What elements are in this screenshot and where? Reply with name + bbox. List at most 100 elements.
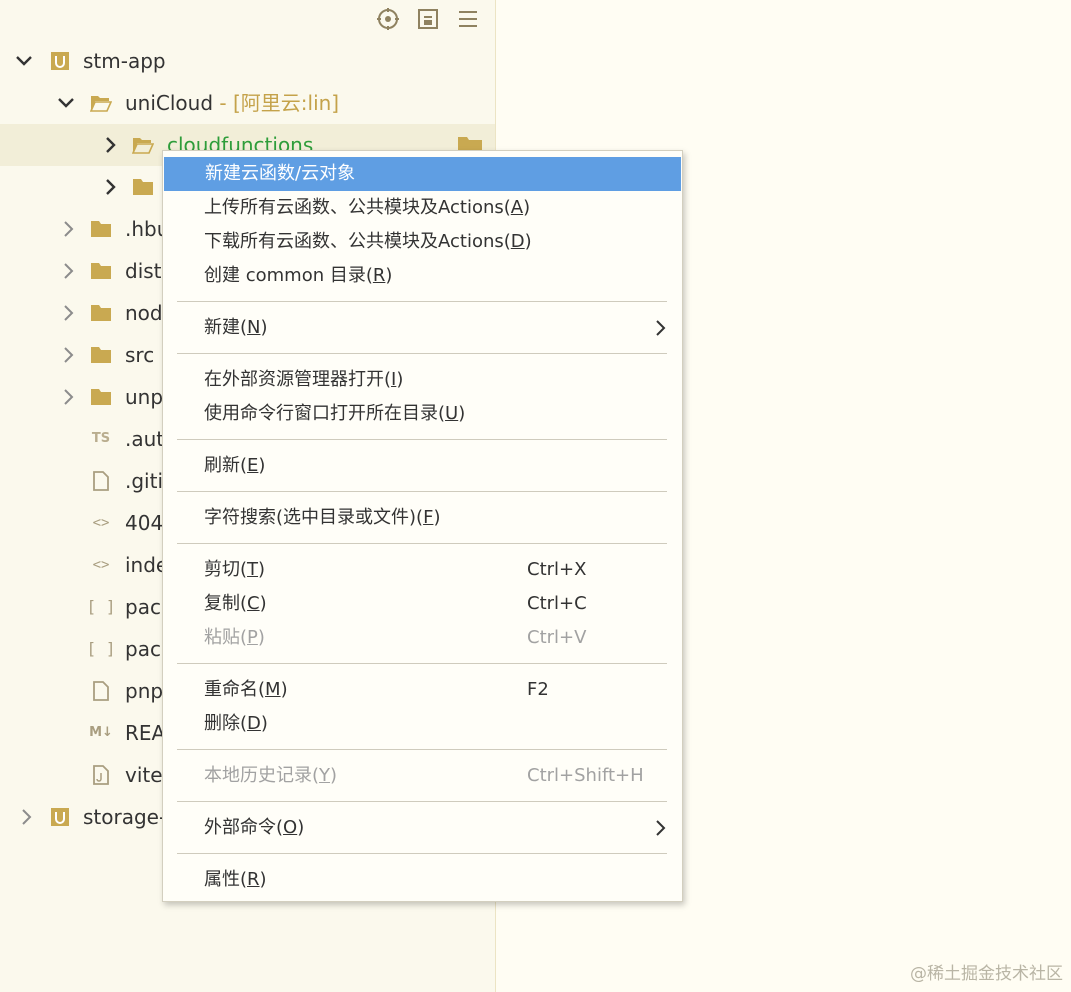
menu-item-label: 粘贴( (204, 627, 248, 648)
menu-item-label: 外部命令( (204, 817, 284, 838)
menu-item-shortcut: F2 (527, 679, 549, 700)
chevron-right-icon[interactable] (100, 124, 122, 166)
menu-item-new-cloud-function[interactable]: 新建云函数/云对象 (164, 157, 681, 191)
locate-icon[interactable] (375, 6, 401, 32)
menu-separator (177, 491, 667, 492)
menu-item-accel-key: P (247, 627, 258, 648)
tree-item-label: vite (125, 763, 163, 787)
menu-item-label-end: ) (330, 765, 338, 786)
menu-item-local-history: 本地历史记录(Y) Ctrl+Shift+H (163, 759, 682, 793)
chevron-right-icon[interactable] (58, 292, 80, 334)
menu-item-label: 删除( (204, 713, 248, 734)
menu-item-rename[interactable]: 重命名(M) F2 (163, 673, 682, 707)
chevron-right-icon[interactable] (58, 376, 80, 418)
menu-item-label: 刷新( (204, 455, 248, 476)
chevron-right-icon[interactable] (58, 250, 80, 292)
menu-item-create-common[interactable]: 创建 common 目录(R) (163, 259, 682, 293)
folder-icon (131, 166, 155, 208)
menu-item-label-end: ) (259, 593, 267, 614)
menu-item-open-in-explorer[interactable]: 在外部资源管理器打开(I) (163, 363, 682, 397)
menu-item-label: 上传所有云函数、公共模块及Actions( (204, 197, 511, 218)
app-window: stm-app uniCloud - [阿里云:lin] cloudfuncti… (0, 0, 1071, 992)
menu-item-label-end: ) (523, 197, 531, 218)
menu-item-properties[interactable]: 属性(R) (163, 863, 682, 897)
menu-item-cut[interactable]: 剪切(T) Ctrl+X (163, 553, 682, 587)
folder-icon (89, 292, 113, 334)
menu-separator (177, 853, 667, 854)
menu-item-refresh[interactable]: 刷新(E) (163, 449, 682, 483)
chevron-right-icon[interactable] (58, 208, 80, 250)
tree-item-label: pnp (125, 679, 164, 703)
js-file-icon (89, 754, 113, 796)
project-icon (48, 40, 72, 82)
menu-separator (177, 353, 667, 354)
menu-item-label-end: ) (433, 507, 441, 528)
menu-item-accel-key: N (247, 317, 261, 338)
menu-item-label-end: ) (458, 403, 466, 424)
folder-open-icon (89, 82, 113, 124)
menu-item-accel-key: M (265, 679, 281, 700)
tree-item-label: stm-app (83, 49, 166, 73)
tree-item-unicloud[interactable]: uniCloud - [阿里云:lin] (0, 82, 495, 124)
submenu-arrow-icon (655, 811, 667, 845)
menu-item-open-in-terminal[interactable]: 使用命令行窗口打开所在目录(U) (163, 397, 682, 431)
menu-icon[interactable] (455, 6, 481, 32)
menu-item-paste: 粘贴(P) Ctrl+V (163, 621, 682, 655)
tree-item-label: pac (125, 637, 161, 661)
menu-item-accel-key: U (445, 403, 459, 424)
menu-item-download-all[interactable]: 下载所有云函数、公共模块及Actions(D) (163, 225, 682, 259)
menu-item-copy[interactable]: 复制(C) Ctrl+C (163, 587, 682, 621)
tree-item-stm-app[interactable]: stm-app (0, 40, 495, 82)
tree-item-label: .aut (125, 427, 165, 451)
menu-item-label-end: ) (524, 231, 532, 252)
menu-item-label: 字符搜索(选中目录或文件)( (204, 507, 424, 528)
chevron-right-icon[interactable] (100, 166, 122, 208)
menu-item-shortcut: Ctrl+X (527, 559, 587, 580)
typescript-file-icon: TS (91, 431, 111, 446)
menu-item-external-commands[interactable]: 外部命令(O) (163, 811, 682, 845)
submenu-arrow-icon (655, 311, 667, 345)
chevron-right-icon[interactable] (16, 796, 38, 838)
menu-item-label: 剪切( (204, 559, 248, 580)
collapse-all-icon[interactable] (415, 6, 441, 32)
menu-item-label: 属性( (204, 869, 248, 890)
menu-separator (177, 749, 667, 750)
menu-item-accel-key: D (510, 231, 525, 252)
folder-icon (89, 250, 113, 292)
menu-item-label-end: ) (297, 817, 305, 838)
chevron-right-icon[interactable] (58, 334, 80, 376)
menu-item-label-end: ) (385, 265, 393, 286)
menu-item-new[interactable]: 新建(N) (163, 311, 682, 345)
menu-item-label-end: ) (259, 869, 267, 890)
menu-item-text-search[interactable]: 字符搜索(选中目录或文件)(F) (163, 501, 682, 535)
menu-item-label-end: ) (260, 713, 268, 734)
menu-item-label-end: ) (257, 627, 265, 648)
html-file-icon: <> (92, 515, 110, 531)
cloud-provider-tag: - [阿里云:lin] (213, 91, 340, 115)
menu-item-label-end: ) (280, 679, 288, 700)
folder-icon (89, 334, 113, 376)
menu-item-delete[interactable]: 删除(D) (163, 707, 682, 741)
menu-item-upload-all[interactable]: 上传所有云函数、公共模块及Actions(A) (163, 191, 682, 225)
menu-separator (177, 663, 667, 664)
menu-item-label: 复制( (204, 593, 248, 614)
menu-separator (177, 439, 667, 440)
html-file-icon: <> (92, 557, 110, 573)
tree-item-label: uniCloud (125, 91, 214, 115)
menu-item-accel-key: F (423, 507, 434, 528)
json-file-icon: [ ] (86, 597, 116, 616)
tree-item-label: unp (125, 385, 164, 409)
menu-item-label-end: ) (258, 455, 266, 476)
menu-item-label: 本地历史记录( (204, 765, 320, 786)
file-icon (89, 670, 113, 712)
menu-item-accel-key: D (247, 713, 261, 734)
menu-item-accel-key: E (247, 455, 259, 476)
menu-separator (177, 543, 667, 544)
chevron-down-icon[interactable] (55, 82, 77, 124)
tree-item-label: pac (125, 595, 161, 619)
chevron-down-icon[interactable] (13, 40, 35, 82)
menu-item-label-end: ) (258, 559, 266, 580)
menu-item-shortcut: Ctrl+V (527, 627, 587, 648)
menu-item-label: 创建 common 目录( (204, 265, 373, 286)
menu-item-accel-key: R (372, 265, 386, 286)
